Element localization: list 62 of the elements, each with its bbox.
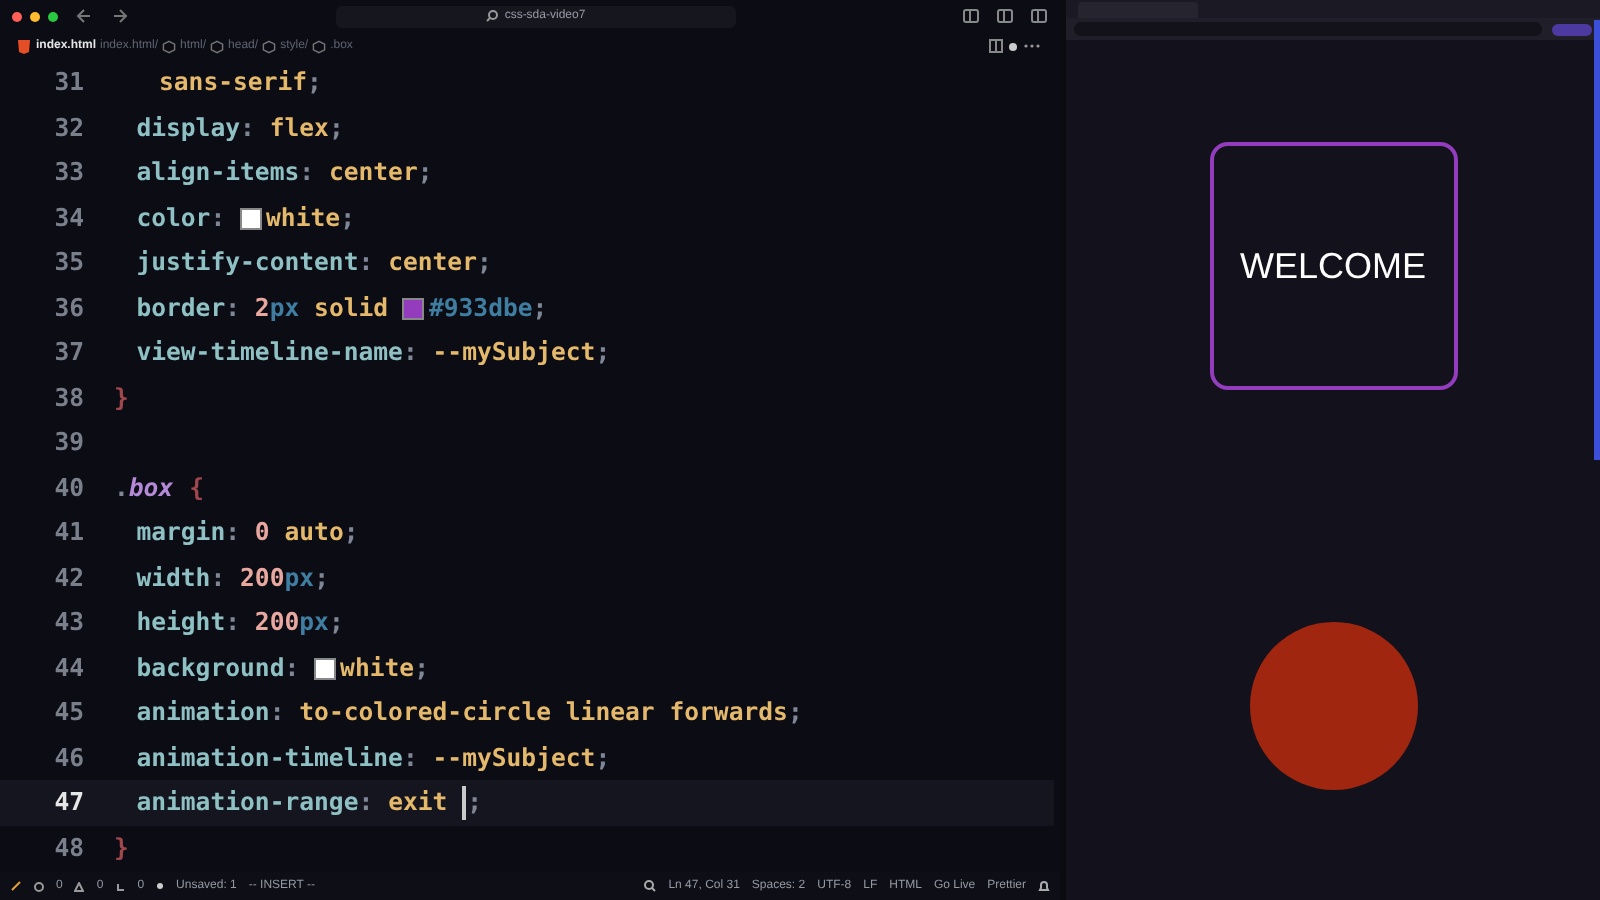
search-icon: [486, 10, 499, 22]
line-number: 46: [52, 743, 84, 772]
code-line: animation-timeline: --mySubject;: [136, 743, 611, 772]
cube-icon: [312, 39, 327, 53]
line-number: 36: [52, 293, 84, 322]
split-editor-icon[interactable]: [988, 38, 1004, 54]
zoom-icon[interactable]: [644, 880, 657, 892]
code-line: animation: to-colored-circle linear forwards;: [136, 698, 803, 727]
cube-icon: [262, 39, 277, 53]
code-line: border: 2px solid #933dbe;: [136, 293, 548, 322]
code-line: justify-content: center;: [136, 248, 492, 277]
color-swatch[interactable]: [402, 297, 425, 320]
line-number: 40: [52, 473, 84, 502]
code-line: view-timeline-name: --mySubject;: [136, 338, 611, 367]
line-number: 37: [52, 338, 84, 367]
code-line: color: white;: [136, 203, 355, 232]
code-line: align-items: center;: [136, 158, 433, 187]
bell-icon[interactable]: [1038, 880, 1050, 892]
more-icon[interactable]: [1022, 42, 1042, 50]
scrollbar[interactable]: [1594, 20, 1600, 460]
line-number: 44: [52, 653, 84, 682]
code-line: sans-serif;: [159, 68, 322, 97]
line-number: 39: [52, 428, 84, 457]
remote-icon[interactable]: [10, 880, 22, 892]
line-number: 38: [52, 383, 84, 412]
port-icon: [115, 881, 126, 891]
code-line: display: flex;: [136, 113, 344, 142]
panel-icon[interactable]: [996, 8, 1014, 24]
line-number: 32: [52, 113, 84, 142]
color-swatch[interactable]: [240, 207, 263, 230]
code-line: margin: 0 auto;: [136, 518, 359, 547]
line-number: 47: [52, 788, 84, 817]
line-number: 42: [52, 563, 84, 592]
color-swatch[interactable]: [314, 657, 337, 680]
error-icon: [34, 881, 44, 891]
html-file-icon: [18, 39, 30, 53]
line-number: 41: [52, 518, 84, 547]
code-line: }: [114, 383, 129, 412]
sidebar-icon[interactable]: [1030, 8, 1048, 24]
unsaved-dot-icon: [1008, 41, 1018, 51]
line-number: 43: [52, 608, 84, 637]
line-number: 48: [52, 833, 84, 862]
forward-arrow-icon[interactable]: [110, 8, 130, 24]
line-number: 45: [52, 698, 84, 727]
code-line: animation-range: exit ;: [136, 785, 482, 820]
code-line: height: 200px;: [136, 608, 344, 637]
warning-icon: [74, 881, 85, 891]
code-line: background: white;: [136, 653, 429, 682]
line-number: 34: [52, 203, 84, 232]
line-number: 31: [52, 68, 84, 97]
line-number: 33: [52, 158, 84, 187]
layout-icon[interactable]: [962, 8, 980, 24]
welcome-text: WELCOME: [1239, 245, 1426, 287]
code-line: }: [114, 833, 129, 862]
line-number: 35: [52, 248, 84, 277]
code-line: width: 200px;: [136, 563, 329, 592]
dot-icon: [156, 882, 165, 890]
cube-icon: [210, 39, 225, 53]
cube-icon: [162, 39, 177, 53]
code-line: .box {: [114, 473, 205, 502]
back-arrow-icon[interactable]: [74, 8, 94, 24]
text-cursor: [462, 785, 466, 820]
